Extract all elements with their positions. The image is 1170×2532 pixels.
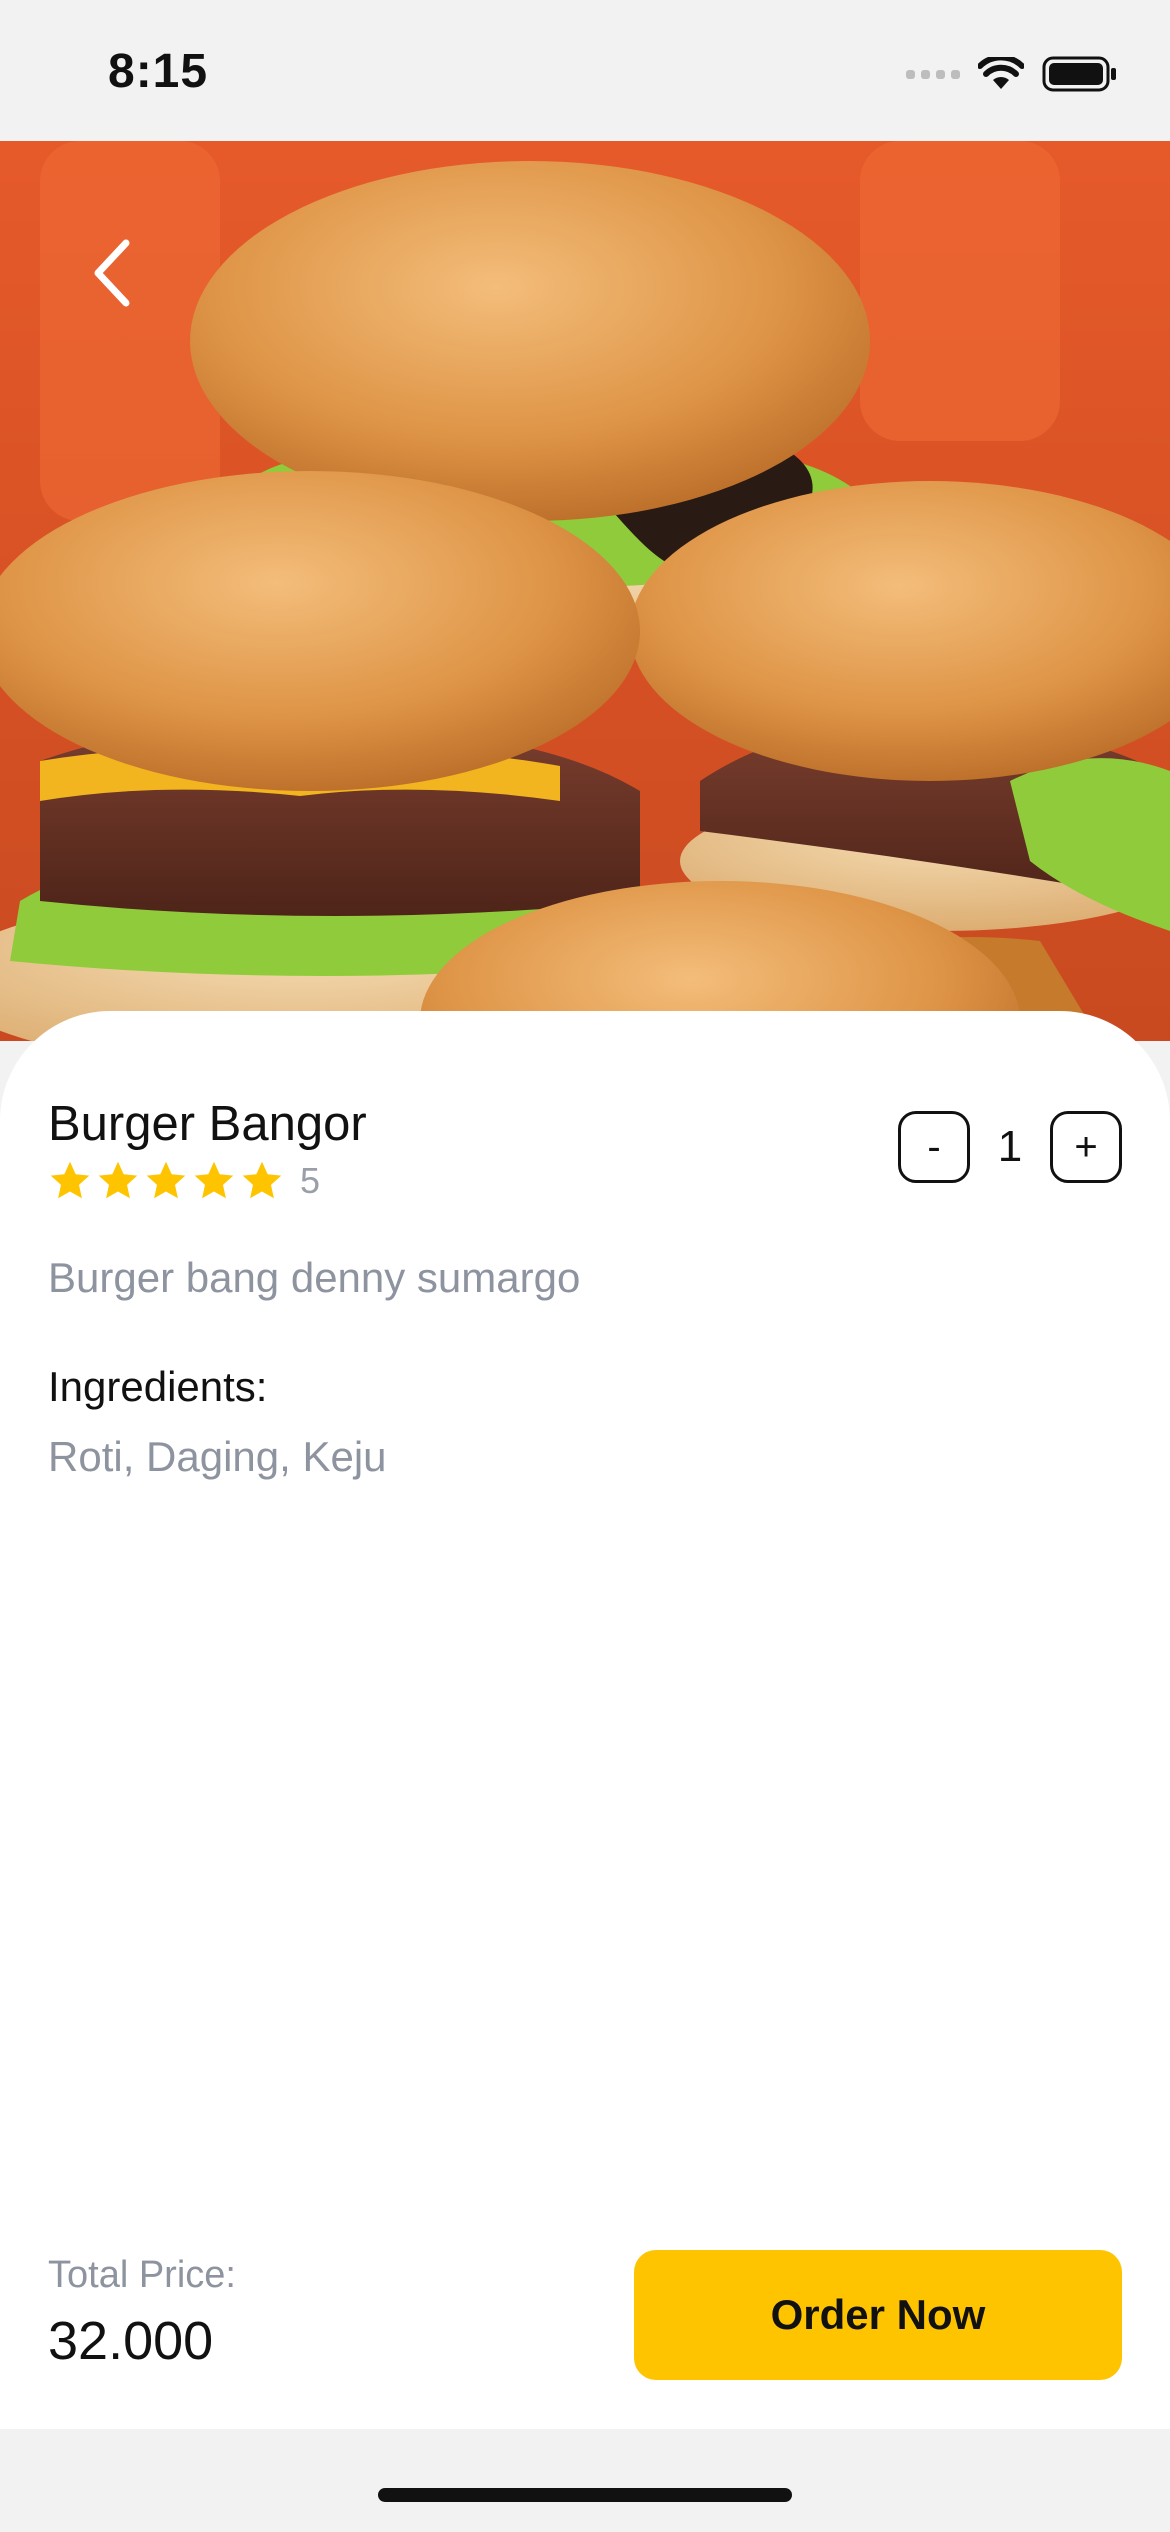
product-title: Burger Bangor [48,1097,367,1151]
home-indicator [378,2488,792,2502]
star-icon [242,1161,282,1199]
star-icon [194,1161,234,1199]
status-bar: 8:15 [0,0,1170,141]
star-icon [50,1161,90,1199]
back-button[interactable] [78,233,148,313]
total-price-value: 32.000 [48,2311,214,2371]
status-time: 8:15 [108,45,209,98]
decrease-quantity-button[interactable]: - [898,1111,970,1183]
order-now-button[interactable]: Order Now [634,2250,1122,2380]
product-detail-card: Burger Bangor 5 - 1 + Burger bang denny … [0,1011,1170,2429]
star-icon [98,1161,138,1199]
rating-value: 5 [300,1160,321,1201]
quantity-stepper: - 1 + [898,1111,1122,1183]
rating: 5 [48,1159,320,1203]
ingredients-list: Roti, Daging, Keju [48,1433,387,1480]
ingredients-label: Ingredients: [48,1363,268,1410]
status-icons [906,50,1118,98]
product-image [0,141,1170,1041]
total-price-label: Total Price: [48,2254,236,2296]
chevron-left-icon [94,239,130,307]
quantity-value: 1 [997,1122,1023,1171]
product-description: Burger bang denny sumargo [48,1254,581,1301]
burger-photo [0,141,1170,1041]
star-icon [146,1161,186,1199]
increase-quantity-button[interactable]: + [1050,1111,1122,1183]
signal-icon [906,68,960,80]
wifi-icon [978,57,1024,91]
battery-icon [1042,56,1118,92]
